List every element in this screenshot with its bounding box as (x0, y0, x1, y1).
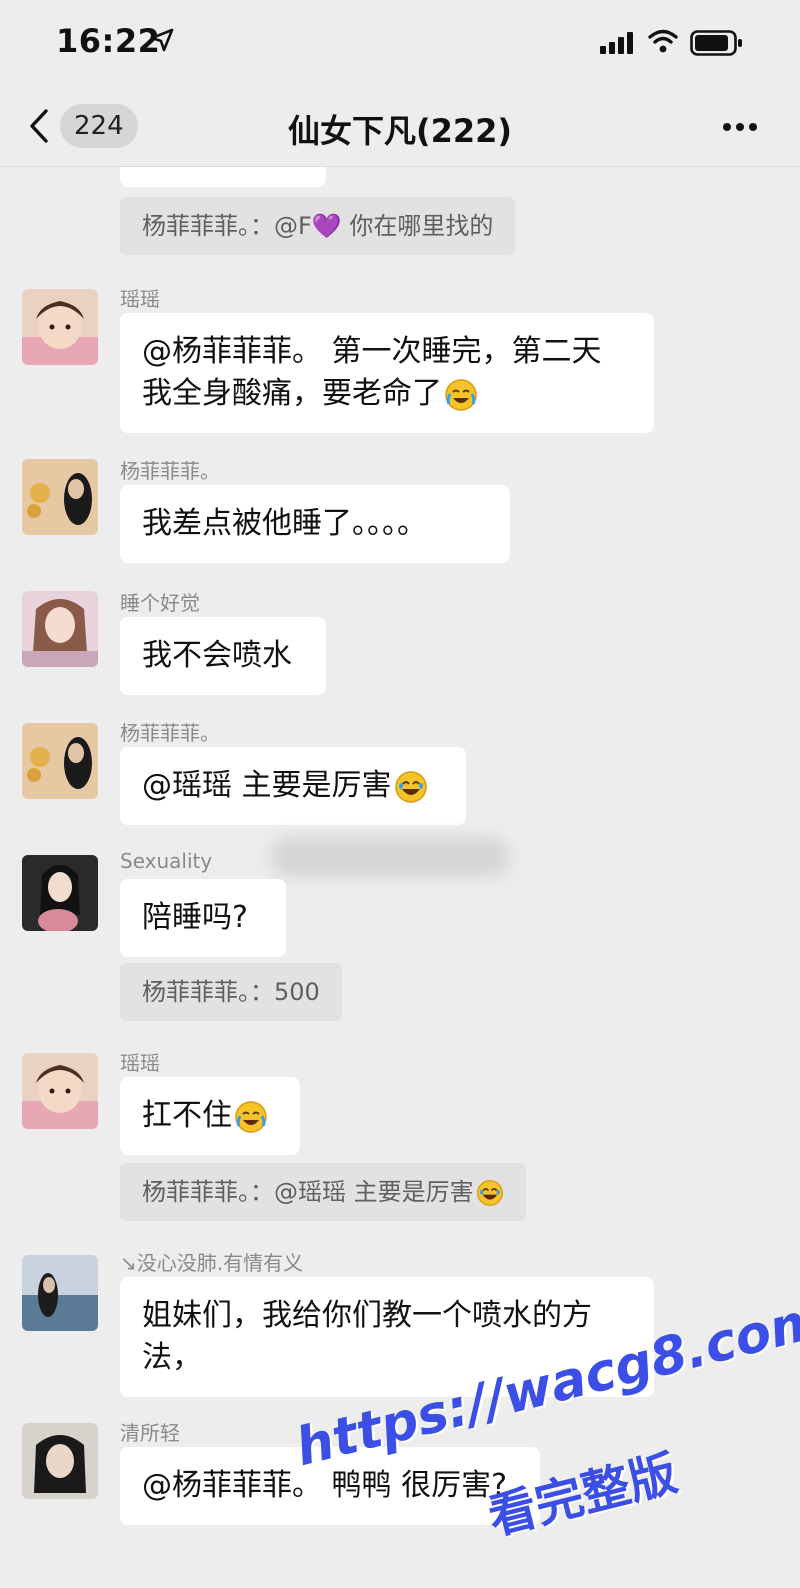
message-bubble[interactable]: @杨菲菲菲。 鸭鸭 很厉害? (120, 1447, 540, 1525)
status-time: 16:22 (56, 22, 161, 60)
message-bubble[interactable]: @瑶瑶 主要是厉害 (120, 747, 466, 825)
avatar[interactable] (22, 591, 98, 667)
battery-icon (690, 30, 742, 56)
message-text: @瑶瑶 主要是厉害 (142, 768, 392, 803)
chat-messages[interactable]: 杨菲菲菲。：@F💜 你在哪里找的 瑶瑶 @杨菲菲菲。 第一次睡完，第二天 我全身… (0, 167, 800, 1588)
message-line: 法， (142, 1340, 202, 1375)
chat-header: 224 仙女下凡(222) (0, 88, 800, 167)
quoted-reply[interactable]: 杨菲菲菲。：@瑶瑶 主要是厉害 (120, 1163, 526, 1221)
message-bubble[interactable]: @杨菲菲菲。 第一次睡完，第二天 我全身酸痛，要老命了 (120, 313, 654, 433)
avatar[interactable] (22, 723, 98, 799)
avatar[interactable] (22, 1423, 98, 1499)
message-line: 姐妹们，我给你们教一个喷水的方 (142, 1298, 592, 1333)
message-text: 我不会喷水 (142, 638, 292, 673)
sender-name: 瑶瑶 (120, 287, 160, 311)
status-bar: 16:22 (0, 0, 800, 88)
cry-laugh-emoji-icon (235, 1100, 267, 1133)
message-bubble-partial[interactable] (120, 167, 326, 187)
blurred-area (270, 837, 510, 877)
message-bubble[interactable]: 扛不住 (120, 1077, 300, 1155)
avatar[interactable] (22, 855, 98, 931)
location-arrow-icon (150, 28, 174, 52)
quote-text: 杨菲菲菲。：@F💜 你在哪里找的 (142, 212, 494, 240)
sender-name: 瑶瑶 (120, 1051, 160, 1075)
group-title: 仙女下凡(222) (287, 112, 513, 150)
sender-name: 杨菲菲菲。 (120, 459, 220, 483)
sender-name: ↘没心没肺.有情有义 (120, 1251, 304, 1275)
message-line: 我全身酸痛，要老命了 (142, 376, 442, 411)
message-text: 陪睡吗? (142, 900, 248, 935)
message-bubble[interactable]: 姐妹们，我给你们教一个喷水的方 法， (120, 1277, 654, 1397)
sender-name: Sexuality (120, 849, 213, 873)
message-bubble[interactable]: 我不会喷水 (120, 617, 326, 695)
quoted-reply[interactable]: 杨菲菲菲。：@F💜 你在哪里找的 (120, 197, 516, 255)
avatar[interactable] (22, 289, 98, 365)
message-bubble[interactable]: 我差点被他睡了。。。。 (120, 485, 510, 563)
message-text: @杨菲菲菲。 鸭鸭 很厉害? (142, 1468, 507, 1503)
sender-name: 睡个好觉 (120, 591, 200, 615)
message-text: 扛不住 (142, 1098, 232, 1133)
cellular-signal-icon (600, 32, 633, 54)
quote-text: 杨菲菲菲。：@瑶瑶 主要是厉害 (142, 1178, 474, 1206)
message-bubble[interactable]: 陪睡吗? (120, 879, 286, 957)
avatar[interactable] (22, 1255, 98, 1331)
laugh-emoji-icon (394, 770, 427, 803)
more-options-icon[interactable] (722, 122, 758, 132)
message-line: @杨菲菲菲。 第一次睡完，第二天 (142, 334, 602, 369)
laugh-emoji-icon (476, 1180, 503, 1206)
quote-text: 杨菲菲菲。：500 (142, 978, 320, 1006)
quoted-reply[interactable]: 杨菲菲菲。：500 (120, 963, 342, 1021)
cry-laugh-emoji-icon (445, 378, 477, 411)
wifi-icon (648, 29, 678, 53)
sender-name: 杨菲菲菲。 (120, 721, 220, 745)
avatar[interactable] (22, 1053, 98, 1129)
sender-name: 清所轻 (120, 1421, 180, 1445)
message-text: 我差点被他睡了。。。。 (142, 506, 427, 541)
avatar[interactable] (22, 459, 98, 535)
